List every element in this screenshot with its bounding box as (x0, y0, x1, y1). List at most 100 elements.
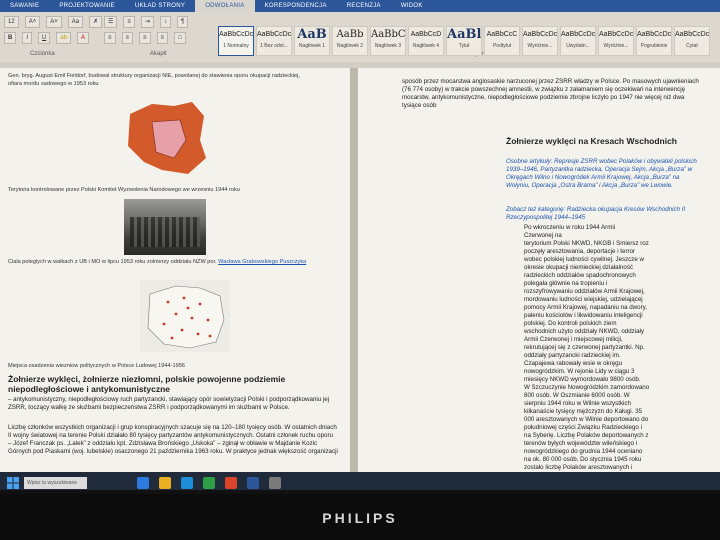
taskbar-search-input[interactable]: Wpisz tu wyszukiwane (24, 477, 87, 489)
page-left: Gen. bryg. August Emil Fieldorf, budowal… (0, 68, 350, 480)
grow-font-button[interactable]: A˄ (24, 16, 41, 28)
para-numbers: Liczbę członków wszystkich organizacji i… (8, 424, 338, 455)
style-name: Uwydatn... (566, 43, 590, 49)
body-line: 000 aresztowanych w Wilnie deportowano d… (524, 416, 649, 423)
chrome-icon[interactable] (203, 477, 215, 489)
section-heading: Żołnierze wyklęci, żołnierze niezłomni, … (8, 374, 286, 394)
style-name: Wyróżnie... (603, 43, 629, 49)
style-preview: AaBbCcDc (523, 31, 558, 38)
body-line: radzieckich oddziałów spadochronowych (524, 272, 636, 279)
numbering-icon[interactable]: ≡ (123, 16, 135, 28)
body-line: nowogródzkiego do grudnia 1944 oceniano (524, 448, 643, 455)
body-line: rozszyfrowywaniu oddziałów Armii Krajowe… (524, 288, 645, 295)
style-item[interactable]: AaBbCcDc Wyróżnie... (598, 26, 634, 56)
tab-layout[interactable]: UKŁAD STRONY (125, 3, 195, 9)
body-line: kilkanaście tysięcy mężczyzn do Kaługi. … (524, 408, 642, 415)
para-kresy-body: Po wkroczeniu w roku 1944 Armii Czerwonej… (524, 224, 702, 472)
ribbon: 12 A˄ A˅ Aa ✗ B I U ab A ☰ ≡ ⇥ ↕ ¶ ≡ ≡ ≡… (0, 12, 720, 63)
justify-icon[interactable]: ≡ (156, 32, 169, 44)
style-name: Pogrubienie (640, 43, 668, 49)
pilcrow-icon[interactable]: ¶ (176, 16, 189, 28)
bullets-icon[interactable]: ☰ (104, 16, 118, 28)
underline-button[interactable]: U (38, 32, 51, 44)
style-item[interactable]: AaBbCcDc Wyróżnie... (522, 26, 558, 56)
body-line: zostało liczbę Polaków aresztowanych i (524, 464, 633, 471)
file-explorer-icon[interactable] (159, 477, 171, 489)
style-preview: AaBbCcDc (637, 31, 672, 38)
body-line: polegała głównie na tropieniu i (524, 280, 608, 287)
style-item[interactable]: AaBbCcC Podtytuł (484, 26, 520, 56)
align-left-icon[interactable]: ≡ (104, 32, 116, 44)
para-definition: – antykomunistyczny, niepodległościowy r… (8, 396, 330, 411)
style-preview: AaBbCcDc (675, 31, 710, 38)
map-prisons (140, 280, 230, 352)
borders-icon[interactable]: □ (174, 32, 186, 44)
body-line: nowogródzkim. W rejonie Lidy w ciągu 3 (524, 368, 635, 375)
note-see-category[interactable]: Zobacz też kategorię: Radziecka okupacja… (506, 206, 701, 222)
section-heading-kresy: Żołnierze wyklęci na Kresach Wschodnich (506, 136, 677, 146)
style-name: Wyróżnie... (527, 43, 553, 49)
style-preview: AaB (297, 27, 327, 42)
change-case-button[interactable]: Aa (67, 16, 84, 28)
font-color-icon[interactable]: A (77, 32, 90, 44)
windows-start-icon[interactable] (6, 476, 20, 490)
body-line: polskiej. Do kontroli polskich ziem (524, 320, 617, 327)
word-icon[interactable] (247, 477, 259, 489)
opera-icon[interactable] (225, 477, 237, 489)
tab-view[interactable]: WIDOK (391, 3, 433, 9)
body-line: 800 osób. W Oszmianie 6000 osób. W (524, 392, 630, 399)
shrink-font-button[interactable]: A˅ (46, 16, 62, 28)
style-name: 1 Bez odst... (260, 43, 288, 49)
monitor-brand-logo: PHILIPS (322, 510, 398, 526)
style-item[interactable]: AaBbCcDc 1 Normalny (218, 26, 254, 56)
edge-icon[interactable] (181, 477, 193, 489)
body-line: wobec polskiej ludności cywilnej. Jeszcz… (524, 256, 645, 263)
style-preview: AaBbCcDc (561, 31, 596, 38)
bold-button[interactable]: B (4, 32, 17, 44)
clear-format-icon[interactable]: ✗ (89, 16, 103, 28)
style-item[interactable]: AaBbCcDc Uwydatn... (560, 26, 596, 56)
tab-review[interactable]: RECENZJA (337, 3, 391, 9)
style-item[interactable]: AaBbCcD Nagłówek 4 (408, 26, 444, 56)
body-line: Armii Czerwonej i miejscowej milicji, (524, 336, 623, 343)
style-preview: AaBbC (371, 29, 406, 40)
sort-icon[interactable]: ↕ (159, 16, 171, 28)
style-preview: AaBl (447, 27, 482, 42)
style-preview: AaBbCcDc (219, 31, 254, 38)
link-grabowski[interactable]: Wacława Grabowskiego Puszczyka (218, 259, 306, 265)
body-line: południowej części Związku Radzieckiego … (524, 424, 642, 431)
style-item[interactable]: AaBbC Nagłówek 3 (370, 26, 406, 56)
indent-icon[interactable]: ⇥ (140, 16, 154, 28)
word-window: SAWANIE PROJEKTOWANIE UKŁAD STRONY ODWOŁ… (0, 0, 720, 490)
style-name: Nagłówek 2 (336, 43, 364, 49)
mail-icon[interactable] (269, 477, 281, 489)
task-view-icon[interactable] (137, 477, 149, 489)
style-preview: AaBbCcDc (257, 31, 292, 38)
styles-gallery: AaBbCcDc 1 Normalny AaBbCcDc 1 Bez odst... A… (218, 26, 710, 56)
style-name: 1 Normalny (223, 43, 249, 49)
body-line: okresie okupacji niemieckiej działalność (524, 264, 634, 271)
style-item[interactable]: AaBl Tytuł (446, 26, 482, 56)
tab-mailings[interactable]: KORESPONDENCJA (255, 3, 337, 9)
body-line: na Syberię. Liczbę Polaków deportowanych… (524, 432, 649, 439)
note-separate-articles[interactable]: Osobne artykuły: Represje ZSRR wobec Pol… (506, 158, 701, 190)
body-line: terytorium Polski NKWD, NKGB i Smiersz r… (524, 240, 649, 247)
italic-button[interactable]: I (22, 32, 33, 44)
style-item[interactable]: AaBbCcDc 1 Bez odst... (256, 26, 292, 56)
style-name: Nagłówek 1 (298, 43, 326, 49)
caption-prisons: Miejsca osadzenia wiezniow politycznych … (8, 363, 185, 369)
font-size-select[interactable]: 12 (4, 16, 19, 28)
tab-file[interactable]: SAWANIE (0, 3, 49, 9)
tab-references[interactable]: ODWOŁANIA (195, 0, 255, 12)
style-name: Nagłówek 4 (412, 43, 440, 49)
style-name: Nagłówek 3 (374, 43, 402, 49)
align-center-icon[interactable]: ≡ (121, 32, 134, 44)
document-area: Gen. bryg. August Emil Fieldorf, budowal… (0, 68, 720, 480)
highlight-icon[interactable]: ab (56, 32, 72, 44)
tab-design[interactable]: PROJEKTOWANIE (49, 3, 125, 9)
style-item[interactable]: AaBbCcDc Pogrubienie (636, 26, 672, 56)
style-item[interactable]: AaBb Nagłówek 2 (332, 26, 368, 56)
align-right-icon[interactable]: ≡ (139, 32, 151, 44)
style-item[interactable]: AaBbCcDc Cytat (674, 26, 710, 56)
style-item[interactable]: AaB Nagłówek 1 (294, 26, 330, 56)
